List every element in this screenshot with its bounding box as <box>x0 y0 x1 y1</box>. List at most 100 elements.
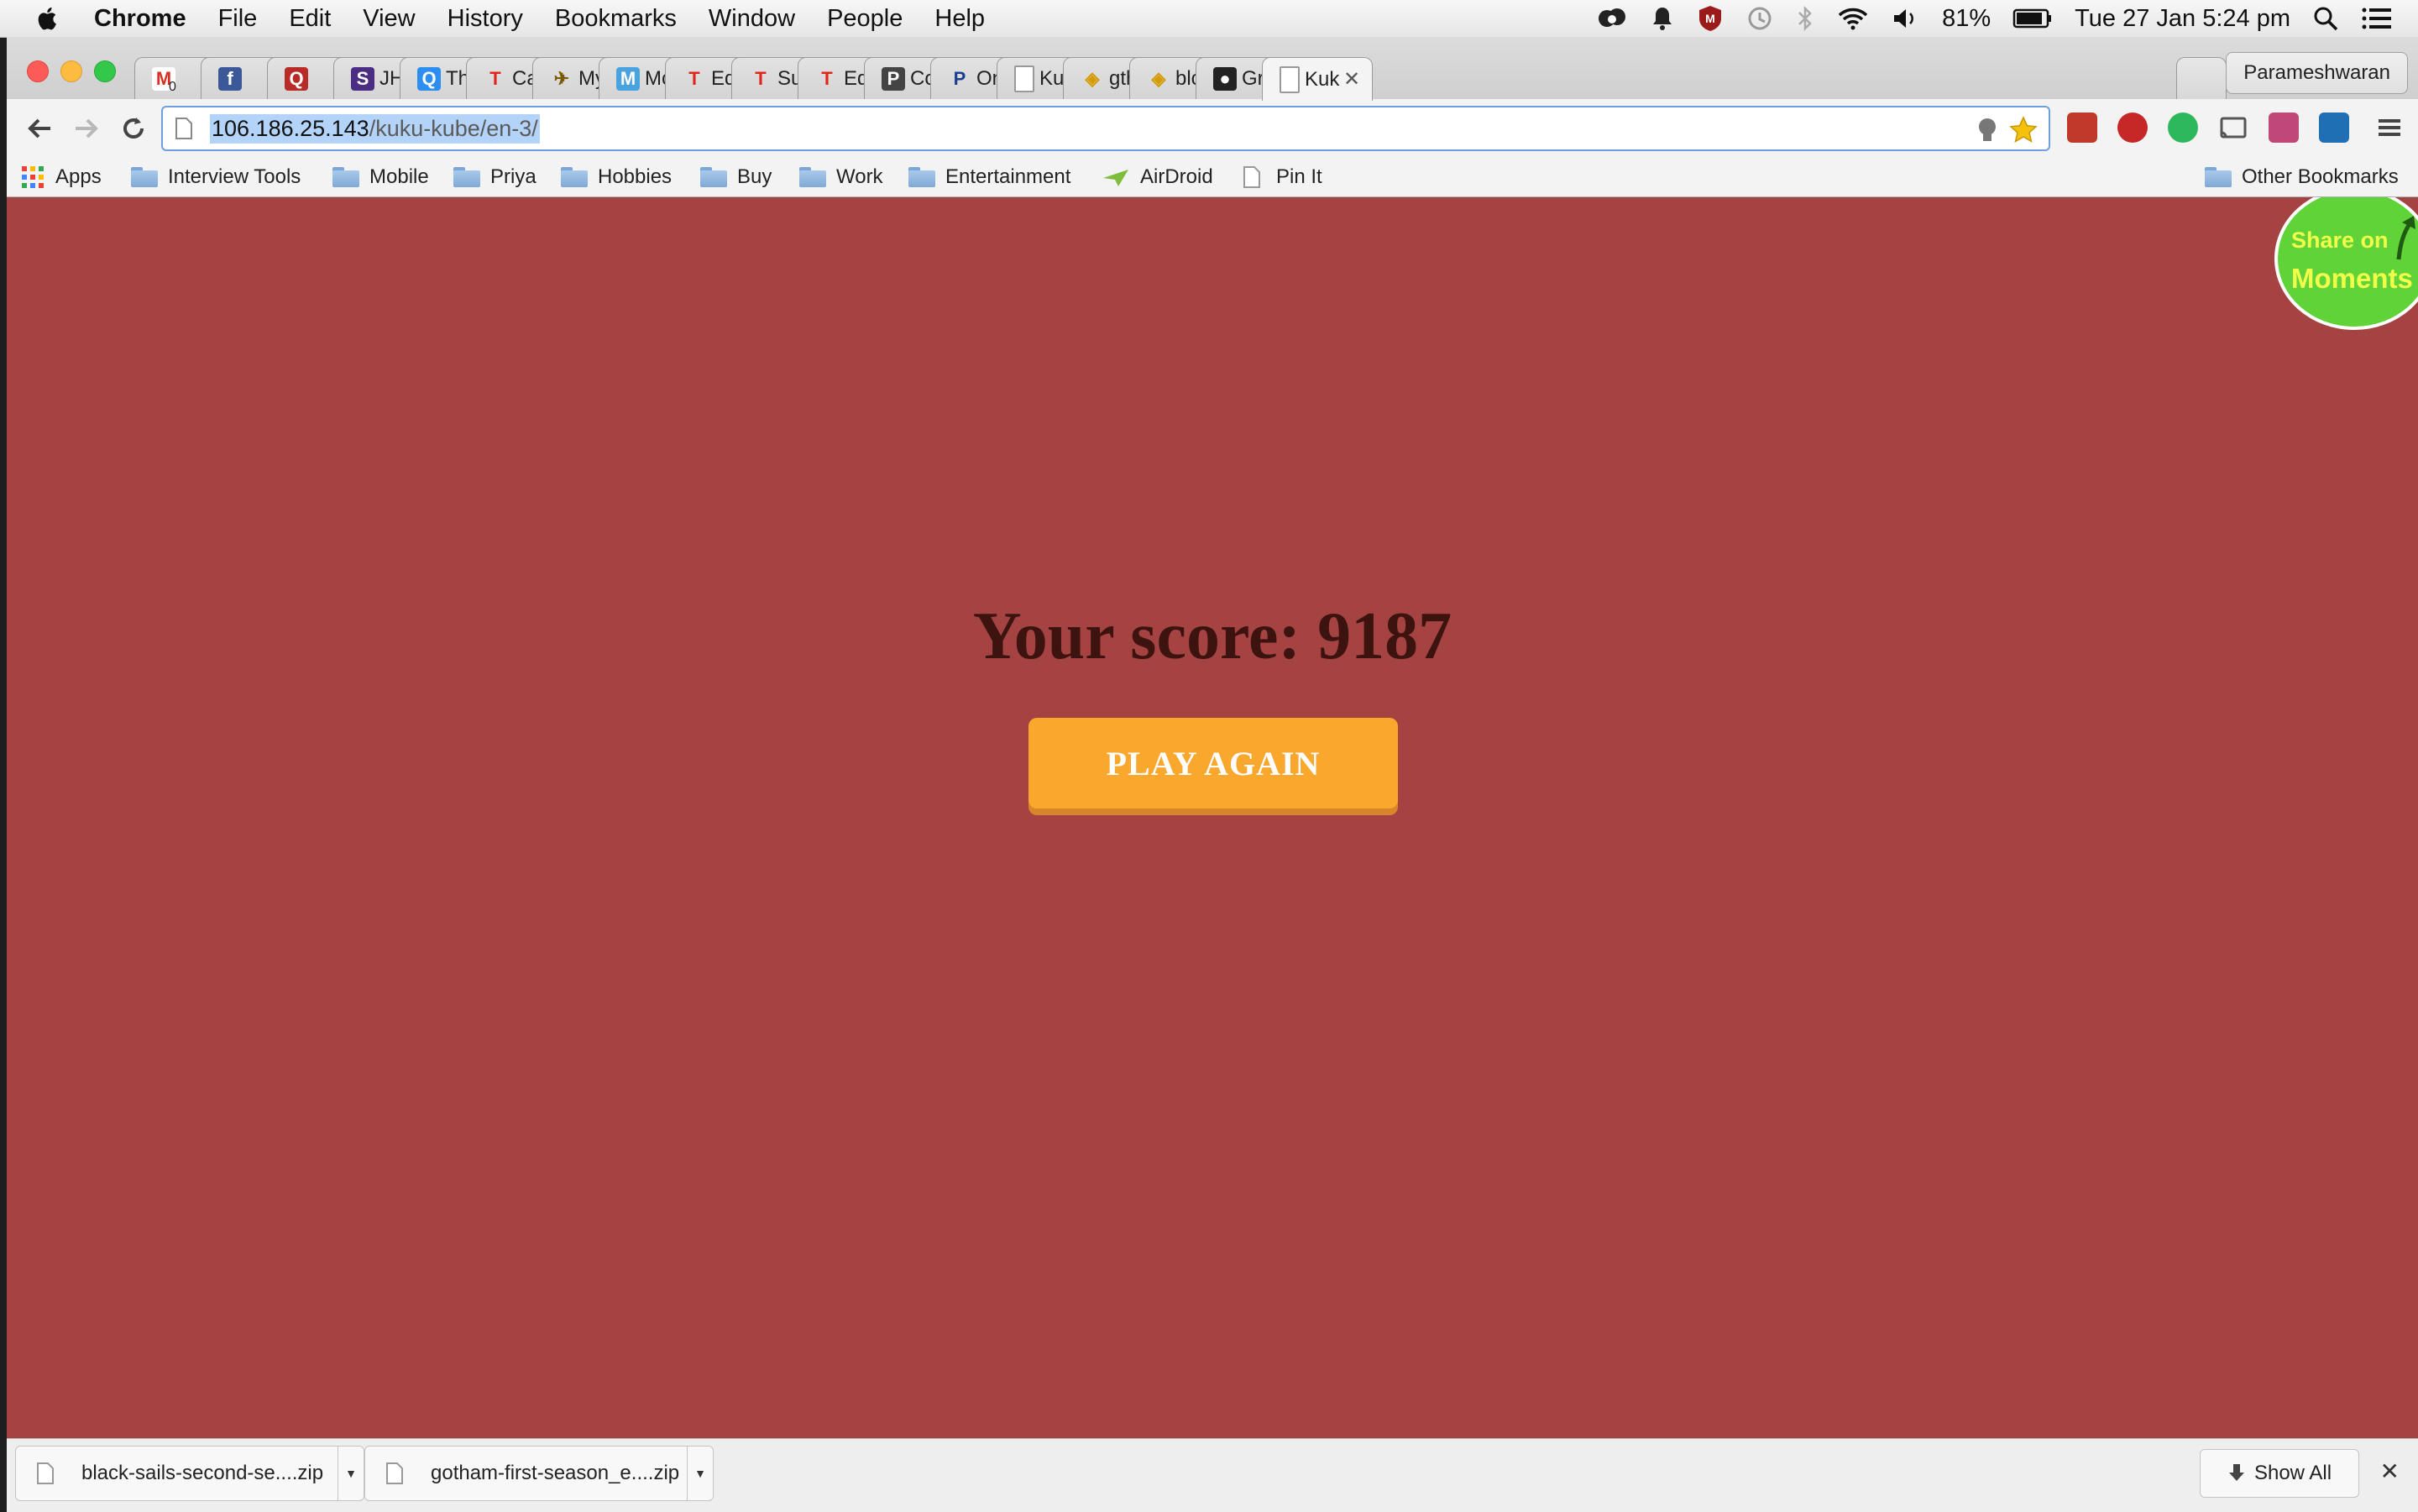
notification-bell-icon[interactable] <box>1650 5 1675 32</box>
folder-icon <box>700 167 727 187</box>
cast-icon[interactable] <box>2218 112 2248 143</box>
apple-logo-icon[interactable] <box>34 4 62 33</box>
github-icon: ● <box>1213 66 1237 91</box>
show-all-downloads-button[interactable]: Show All <box>2200 1449 2359 1498</box>
svg-text:M: M <box>1705 12 1715 25</box>
paypal-icon: P <box>953 67 966 89</box>
back-arrow-icon[interactable] <box>24 112 55 144</box>
bookmark-apps[interactable]: Apps <box>22 158 102 196</box>
bookmark-extension-icon[interactable] <box>2067 112 2097 143</box>
bluetooth-icon[interactable] <box>1796 4 1814 33</box>
t-red-icon: T <box>821 67 833 89</box>
bookmark-folder-label: Priya <box>490 165 536 188</box>
bookmark-airdroid[interactable]: AirDroid <box>1102 158 1213 196</box>
menu-edit[interactable]: Edit <box>289 5 331 33</box>
moments-label: Moments <box>2291 263 2413 294</box>
downloads-shelf: black-sails-second-se....zip ▼ gotham-fi… <box>7 1438 2418 1512</box>
bookmark-other-bookmarks[interactable]: Other Bookmarks <box>2205 158 2399 196</box>
bookmark-folder-priya[interactable]: Priya <box>453 158 536 196</box>
bookmark-folder-label: Interview Tools <box>168 165 301 188</box>
time-machine-icon[interactable] <box>1745 4 1774 33</box>
zoom-window-button[interactable] <box>94 60 116 82</box>
menu-people[interactable]: People <box>827 5 903 33</box>
s-logo-icon: S <box>351 66 374 91</box>
file-icon <box>386 1462 403 1484</box>
bird-icon: ✈ <box>553 67 570 89</box>
bookmark-pin-it[interactable]: Pin It <box>1243 158 1322 196</box>
mcafee-shield-icon[interactable]: M <box>1697 4 1724 33</box>
bookmark-pin-it-label: Pin It <box>1276 165 1322 188</box>
profile-button[interactable]: Parameshwaran <box>2226 52 2408 94</box>
folder-icon <box>799 167 826 187</box>
download-menu-chevron-icon[interactable]: ▼ <box>338 1447 364 1500</box>
extension-um-icon[interactable] <box>2269 112 2299 143</box>
apps-grid-icon <box>22 166 44 188</box>
tab-title: Kuk <box>1305 67 1340 91</box>
share-on-moments-button[interactable]: Share on Moments <box>2274 197 2418 330</box>
score-text: Your score: 9187 <box>972 599 1452 673</box>
bookmark-folder-label: Hobbies <box>598 165 673 188</box>
rss-yellow-icon: ◈ <box>1085 67 1100 89</box>
menubar-clock[interactable]: Tue 27 Jan 5:24 pm <box>2075 5 2290 33</box>
page-icon <box>1280 65 1300 93</box>
folder-icon <box>908 167 935 187</box>
address-bar[interactable]: 106.186.25.143/kuku-kube/en-3/ <box>161 106 2050 151</box>
bookmark-folder-entertainment[interactable]: Entertainment <box>908 158 1070 196</box>
download-filename: black-sails-second-se....zip <box>81 1462 324 1484</box>
close-shelf-icon[interactable]: ✕ <box>2380 1457 2400 1485</box>
bookmark-star-icon[interactable] <box>2008 115 2039 145</box>
download-item[interactable]: black-sails-second-se....zip ▼ <box>15 1446 364 1501</box>
battery-percentage: 81% <box>1942 4 1991 32</box>
t-red-icon: T <box>489 67 501 89</box>
adblock-hand-icon[interactable] <box>2117 112 2148 143</box>
page-icon <box>1014 65 1034 92</box>
spotlight-search-icon[interactable] <box>2312 5 2339 32</box>
share-label: Share on <box>2291 228 2389 253</box>
page-info-icon[interactable] <box>175 117 193 140</box>
download-menu-chevron-icon[interactable]: ▼ <box>687 1447 713 1500</box>
bookmark-folder-buy[interactable]: Buy <box>700 158 772 196</box>
app-menu-chrome[interactable]: Chrome <box>94 5 186 33</box>
folder-icon <box>561 167 588 187</box>
download-arrow-icon <box>2228 1464 2244 1481</box>
file-icon <box>37 1462 54 1484</box>
game-page: Your score: 9187 PLAY AGAIN Share on Mom… <box>7 197 2418 1438</box>
close-window-button[interactable] <box>27 60 49 82</box>
ideas-extension-icon[interactable] <box>2168 112 2198 143</box>
t-red-icon: T <box>755 67 767 89</box>
menu-window[interactable]: Window <box>709 5 795 33</box>
close-tab-icon[interactable]: ✕ <box>1343 67 1360 92</box>
download-item[interactable]: gotham-first-season_e....zip ▼ <box>364 1446 714 1501</box>
minimize-window-button[interactable] <box>60 60 82 82</box>
menu-help[interactable]: Help <box>934 5 985 33</box>
menu-view[interactable]: View <box>363 5 415 33</box>
volume-icon[interactable] <box>1892 6 1920 31</box>
url-path: /kuku-kube/en-3/ <box>369 115 538 141</box>
bookmark-folder-work[interactable]: Work <box>799 158 883 196</box>
share-arrow-icon <box>2396 216 2415 260</box>
chrome-menu-icon[interactable] <box>2374 112 2405 143</box>
bookmark-folder-interview-tools[interactable]: Interview Tools <box>131 158 301 196</box>
menu-history[interactable]: History <box>447 5 523 33</box>
url-text[interactable]: 106.186.25.143/kuku-kube/en-3/ <box>210 113 540 144</box>
browser-tab[interactable]: Kuk✕ <box>1262 57 1373 101</box>
forward-arrow-icon[interactable] <box>71 112 102 144</box>
browser-toolbar: 106.186.25.143/kuku-kube/en-3/ <box>7 99 2418 158</box>
bookmark-folder-label: Mobile <box>369 165 429 188</box>
lightbulb-extension-icon[interactable] <box>1975 117 2000 144</box>
battery-icon[interactable] <box>2012 8 2053 29</box>
notification-center-icon[interactable] <box>2361 6 2393 31</box>
folder-icon <box>332 167 359 187</box>
creative-cloud-icon[interactable] <box>1596 5 1628 32</box>
facebook-icon: f <box>218 66 242 91</box>
new-tab-button[interactable] <box>2176 57 2227 99</box>
play-again-button[interactable]: PLAY AGAIN <box>1028 718 1398 808</box>
show-all-label: Show All <box>2253 1462 2332 1484</box>
menu-bookmarks[interactable]: Bookmarks <box>555 5 677 33</box>
wifi-icon[interactable] <box>1836 6 1870 31</box>
bookmark-folder-hobbies[interactable]: Hobbies <box>561 158 672 196</box>
menu-file[interactable]: File <box>218 5 258 33</box>
reload-icon[interactable] <box>118 112 149 144</box>
bookmark-folder-mobile[interactable]: Mobile <box>332 158 429 196</box>
extension-kr-icon[interactable] <box>2319 112 2349 143</box>
